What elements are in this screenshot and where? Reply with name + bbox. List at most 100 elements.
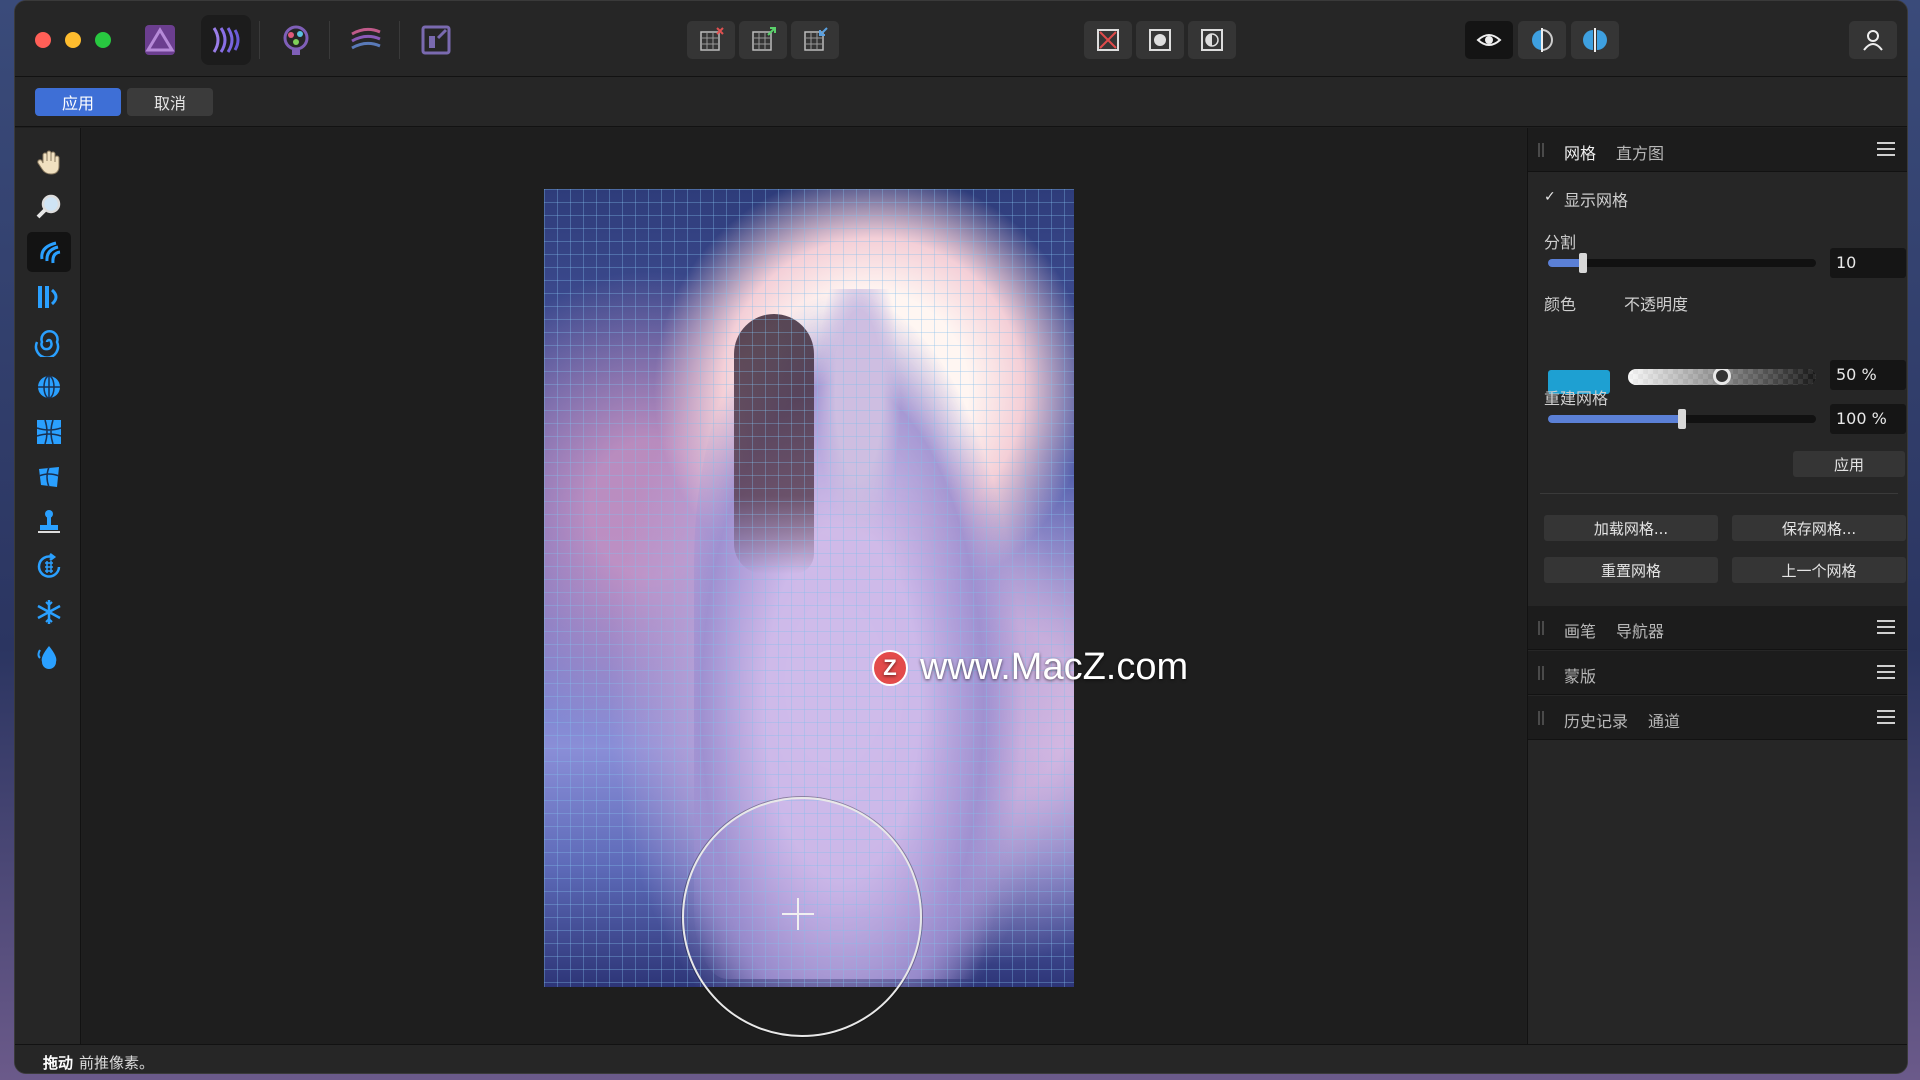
tab-mask[interactable]: 蒙版 bbox=[1564, 663, 1596, 687]
freeze-tool[interactable] bbox=[27, 592, 71, 632]
rebuild-slider-fill bbox=[1548, 415, 1682, 423]
turbulence-tool[interactable] bbox=[27, 457, 71, 497]
divisions-field[interactable]: 10 bbox=[1830, 248, 1906, 278]
mesh-panel: ✓ 显示网格 分割 10 颜色 不透明度 50 % 重建网格 100 % 应用 bbox=[1528, 173, 1907, 603]
divisions-label: 分割 bbox=[1544, 233, 1577, 252]
watermark-logo: Z bbox=[872, 649, 908, 686]
mesh-panel-header: 网格 直方图 bbox=[1528, 128, 1907, 172]
photo-persona-button[interactable] bbox=[135, 15, 185, 65]
save-mesh-button[interactable]: 保存网格... bbox=[1732, 515, 1906, 541]
mirror-view-button[interactable] bbox=[1571, 21, 1619, 59]
develop-persona-icon bbox=[283, 25, 309, 55]
history-panel-header: 历史记录 通道 bbox=[1528, 696, 1907, 740]
rebuild-slider-handle[interactable] bbox=[1678, 409, 1686, 429]
liquify-persona-icon bbox=[212, 27, 240, 53]
thaw-mesh-icon bbox=[804, 27, 828, 51]
tab-channels[interactable]: 通道 bbox=[1648, 708, 1680, 732]
invert-mask-button[interactable] bbox=[1188, 21, 1236, 59]
split-view-button[interactable] bbox=[1518, 21, 1566, 59]
show-mesh-checkbox[interactable]: ✓ bbox=[1544, 190, 1558, 204]
twirl-tool[interactable] bbox=[27, 322, 71, 362]
develop-persona-button[interactable] bbox=[271, 15, 321, 65]
maximize-window-button[interactable] bbox=[95, 32, 111, 48]
minimize-window-button[interactable] bbox=[65, 32, 81, 48]
account-button[interactable] bbox=[1849, 21, 1897, 59]
top-toolbar bbox=[15, 1, 1907, 77]
clear-mask-button[interactable] bbox=[1084, 21, 1132, 59]
clear-mesh-button[interactable] bbox=[687, 21, 735, 59]
thaw-drop-icon bbox=[37, 646, 57, 669]
panel-grip-icon[interactable] bbox=[1538, 711, 1544, 725]
tab-histogram[interactable]: 直方图 bbox=[1616, 140, 1664, 164]
zoom-tool[interactable] bbox=[27, 187, 71, 227]
rebuild-mesh-field[interactable]: 100 % bbox=[1830, 404, 1906, 434]
tab-history[interactable]: 历史记录 bbox=[1564, 708, 1628, 732]
freeze-mesh-icon bbox=[752, 27, 776, 51]
thaw-mesh-button[interactable] bbox=[791, 21, 839, 59]
status-bar: 拖动 前推像素。 bbox=[15, 1044, 1907, 1073]
push-forward-tool[interactable] bbox=[27, 232, 71, 272]
close-window-button[interactable] bbox=[35, 32, 51, 48]
color-label: 颜色 bbox=[1544, 295, 1577, 314]
show-mesh-label: 显示网格 bbox=[1564, 191, 1629, 210]
clone-tool[interactable] bbox=[27, 502, 71, 542]
load-mesh-button[interactable]: 加载网格... bbox=[1544, 515, 1718, 541]
split-view-icon bbox=[1532, 28, 1553, 52]
mirror-view-icon bbox=[1583, 28, 1607, 52]
punch-tool[interactable] bbox=[27, 412, 71, 452]
invert-mask-icon bbox=[1201, 29, 1223, 51]
panel-menu-icon[interactable] bbox=[1877, 142, 1895, 156]
thaw-tool[interactable] bbox=[27, 637, 71, 677]
panel-grip-icon[interactable] bbox=[1538, 666, 1544, 680]
status-hint: 前推像素。 bbox=[79, 1054, 155, 1072]
opacity-slider[interactable] bbox=[1628, 369, 1816, 385]
cancel-button[interactable]: 取消 bbox=[127, 88, 213, 116]
view-mode-button[interactable] bbox=[1465, 21, 1513, 59]
freeze-mesh-button[interactable] bbox=[739, 21, 787, 59]
panel-grip-icon[interactable] bbox=[1538, 143, 1544, 157]
show-mask-icon bbox=[1149, 29, 1171, 51]
tab-brush[interactable]: 画笔 bbox=[1564, 618, 1596, 642]
divisions-slider[interactable] bbox=[1548, 253, 1816, 273]
clear-mask-icon bbox=[1097, 29, 1119, 51]
watermark: Z www.MacZ.com bbox=[872, 646, 1188, 689]
panel-menu-icon[interactable] bbox=[1877, 665, 1895, 679]
reset-mesh-button[interactable]: 重置网格 bbox=[1544, 557, 1718, 583]
tab-mesh[interactable]: 网格 bbox=[1564, 140, 1596, 164]
right-panel: 网格 直方图 ✓ 显示网格 分割 10 颜色 不透明度 50 % 重建网格 10… bbox=[1527, 128, 1907, 1044]
rebuild-mesh-slider[interactable] bbox=[1548, 409, 1816, 429]
divisions-slider-fill bbox=[1548, 259, 1583, 267]
apply-button[interactable]: 应用 bbox=[35, 88, 121, 116]
export-persona-icon bbox=[421, 25, 451, 55]
panel-grip-icon[interactable] bbox=[1538, 621, 1544, 635]
rebuild-mesh-label: 重建网格 bbox=[1544, 389, 1609, 408]
snowflake-icon bbox=[37, 600, 61, 624]
pinch-tool[interactable] bbox=[27, 367, 71, 407]
push-left-tool[interactable] bbox=[27, 277, 71, 317]
divisions-slider-handle[interactable] bbox=[1579, 253, 1587, 273]
magnifier-icon bbox=[36, 194, 61, 219]
context-toolbar: 应用 取消 bbox=[15, 77, 1907, 127]
status-action: 拖动 bbox=[43, 1054, 74, 1072]
tab-navigator[interactable]: 导航器 bbox=[1616, 618, 1664, 642]
panel-menu-icon[interactable] bbox=[1877, 620, 1895, 634]
photo-persona-icon bbox=[145, 25, 175, 55]
brush-panel-header: 画笔 导航器 bbox=[1528, 606, 1907, 650]
app-window: 应用 取消 Z www.MacZ.com 网格 直方图 ✓ 显示网格 分割 10… bbox=[14, 0, 1908, 1074]
opacity-field[interactable]: 50 % bbox=[1830, 360, 1906, 390]
show-mask-button[interactable] bbox=[1136, 21, 1184, 59]
push-forward-icon bbox=[40, 241, 61, 264]
rebuild-apply-button[interactable]: 应用 bbox=[1793, 451, 1905, 477]
hand-tool[interactable] bbox=[27, 142, 71, 182]
watermark-text: www.MacZ.com bbox=[920, 646, 1189, 688]
view-mode-icon bbox=[1476, 34, 1502, 46]
document-canvas[interactable]: Z www.MacZ.com bbox=[82, 128, 1526, 1044]
previous-mesh-button[interactable]: 上一个网格 bbox=[1732, 557, 1906, 583]
panel-menu-icon[interactable] bbox=[1877, 710, 1895, 724]
export-persona-button[interactable] bbox=[411, 15, 461, 65]
reconstruct-tool[interactable] bbox=[27, 547, 71, 587]
tone-mapping-persona-button[interactable] bbox=[341, 15, 391, 65]
pinch-icon bbox=[38, 375, 60, 399]
liquify-persona-button[interactable] bbox=[201, 15, 251, 65]
reconstruct-icon bbox=[37, 553, 61, 578]
